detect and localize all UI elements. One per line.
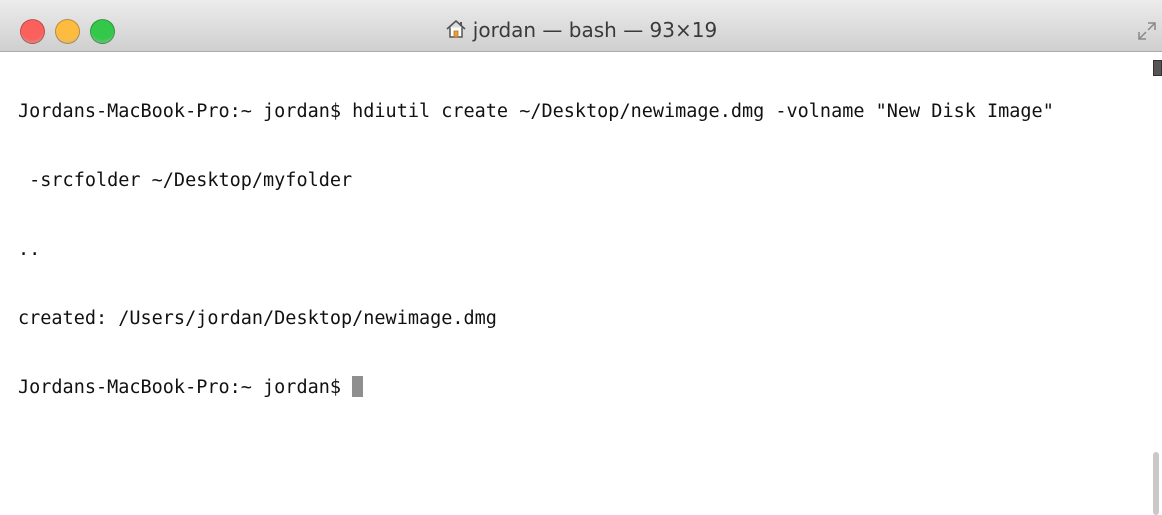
title-bar[interactable]: jordan — bash — 93×19 bbox=[0, 0, 1162, 52]
terminal-window: jordan — bash — 93×19 Jordans-MacBook-Pr… bbox=[0, 0, 1162, 515]
terminal-content[interactable]: Jordans-MacBook-Pro:~ jordan$ hdiutil cr… bbox=[0, 52, 1162, 515]
terminal-output: Jordans-MacBook-Pro:~ jordan$ hdiutil cr… bbox=[18, 54, 1054, 445]
terminal-line: -srcfolder ~/Desktop/myfolder bbox=[18, 170, 353, 191]
text-cursor bbox=[352, 376, 364, 397]
window-title: jordan — bash — 93×19 bbox=[472, 18, 718, 42]
terminal-line: .. bbox=[18, 239, 41, 260]
terminal-line: created: /Users/jordan/Desktop/newimage.… bbox=[18, 308, 497, 329]
scrollbar-thumb[interactable] bbox=[1153, 452, 1159, 515]
shell-prompt: Jordans-MacBook-Pro:~ jordan$ bbox=[18, 377, 353, 398]
prompt-line: Jordans-MacBook-Pro:~ jordan$ bbox=[18, 376, 1054, 399]
fullscreen-icon[interactable] bbox=[1136, 20, 1158, 42]
window-title-container: jordan — bash — 93×19 bbox=[0, 16, 1162, 47]
terminal-line: Jordans-MacBook-Pro:~ jordan$ hdiutil cr… bbox=[18, 101, 1054, 122]
scrollbar[interactable] bbox=[1150, 52, 1162, 515]
home-icon bbox=[445, 18, 467, 47]
